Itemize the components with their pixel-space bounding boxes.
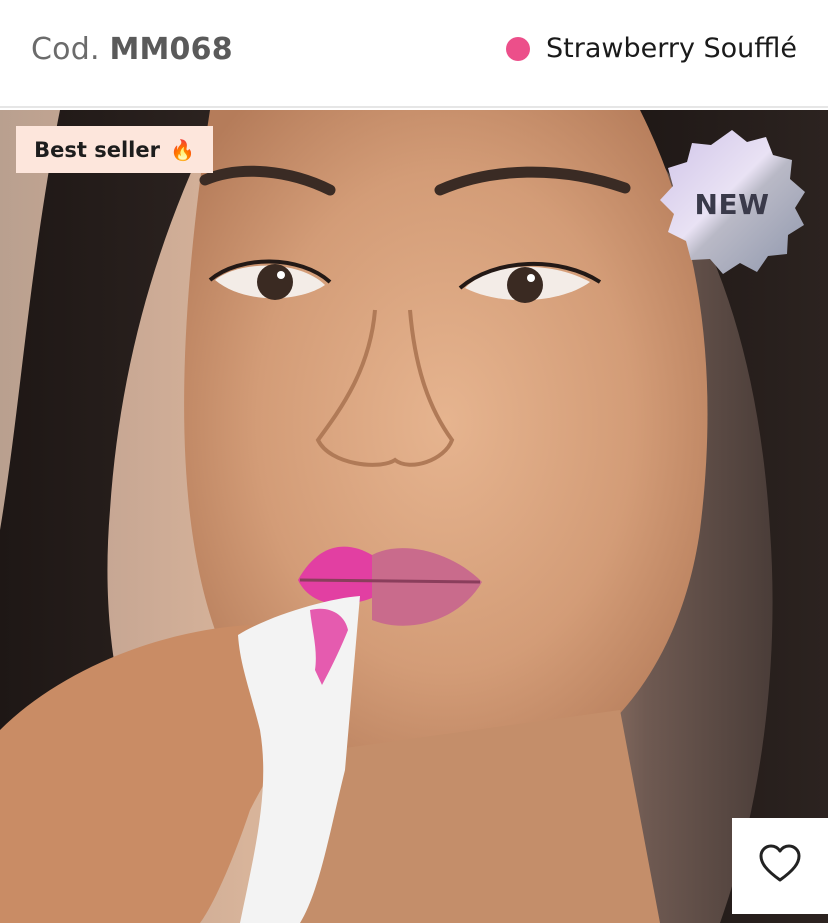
new-badge: NEW (655, 128, 809, 282)
shade-name: Strawberry Soufflé (546, 33, 797, 64)
heart-icon (758, 844, 802, 888)
favorite-button[interactable] (732, 818, 828, 914)
best-seller-label: Best seller (34, 137, 160, 162)
fire-icon: 🔥 (169, 137, 195, 162)
shade-selector[interactable]: Strawberry Soufflé (506, 33, 797, 64)
best-seller-badge: Best seller 🔥 (16, 126, 213, 173)
product-code: Cod. MM068 (31, 32, 233, 67)
shade-swatch (506, 36, 531, 61)
product-code-value: MM068 (109, 32, 233, 67)
product-code-label: Cod. (31, 32, 100, 67)
new-badge-label: NEW (694, 188, 770, 221)
product-header: Cod. MM068 Strawberry Soufflé (0, 0, 828, 108)
